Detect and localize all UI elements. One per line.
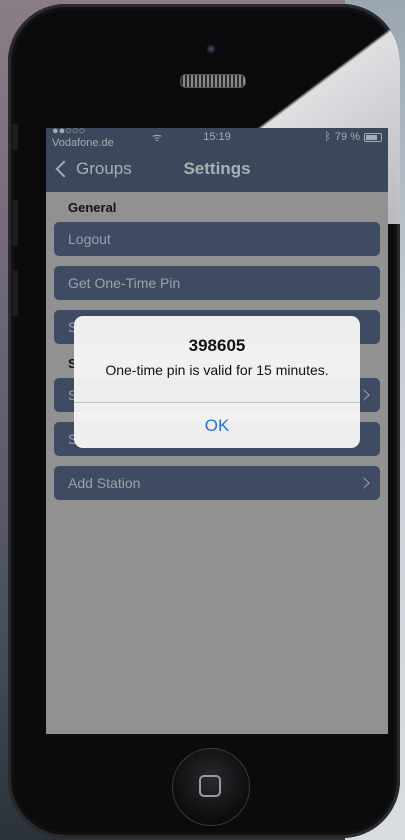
- home-square-icon: [199, 775, 221, 797]
- alert-message: One-time pin is valid for 15 minutes.: [105, 362, 329, 378]
- phone-frame: ●●○○○ Vodafone.de ᯤ 15:19 ᛒ 79 % Groups …: [8, 4, 400, 838]
- front-camera: [206, 44, 216, 54]
- earpiece-speaker: [180, 74, 246, 88]
- alert-ok-button[interactable]: OK: [74, 403, 360, 448]
- volume-up-button: [12, 200, 18, 246]
- alert-title: 398605: [188, 336, 246, 355]
- volume-down-button: [12, 270, 18, 316]
- alert-dialog: 398605 One-time pin is valid for 15 minu…: [74, 316, 360, 448]
- phone-screen: ●●○○○ Vodafone.de ᯤ 15:19 ᛒ 79 % Groups …: [46, 128, 388, 734]
- home-button[interactable]: [172, 748, 250, 826]
- mute-switch: [12, 124, 18, 150]
